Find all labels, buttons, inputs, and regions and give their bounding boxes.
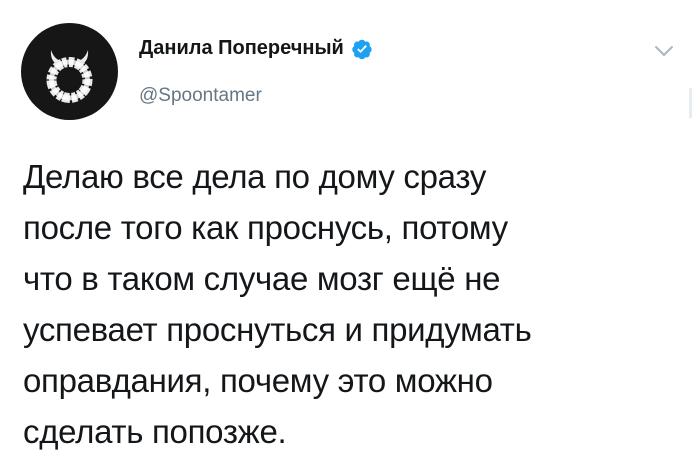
avatar-logo-icon — [46, 50, 93, 103]
chevron-down-icon[interactable] — [652, 44, 676, 60]
tweet-text-line: сделать попозже. — [23, 413, 287, 450]
tweet-text-line: после того как проснусь, потому — [23, 209, 508, 246]
tweet-card: Данила Поперечный @Spoontamer Делаю все … — [0, 0, 700, 450]
display-name[interactable]: Данила Поперечный — [139, 37, 344, 60]
verified-badge-icon — [351, 38, 373, 60]
tweet-text-line: Делаю все дела по дому сразу — [23, 158, 487, 195]
tweet-text-line: что в таком случае мозг ещё не — [23, 260, 501, 297]
tweet-text-line: оправдания, почему это можно — [23, 362, 493, 399]
tweet-text: Делаю все дела по дому сразу после того … — [23, 151, 683, 457]
author-handle[interactable]: @Spoontamer — [139, 85, 262, 107]
avatar[interactable] — [21, 23, 118, 120]
tweet-text-line: успевает проснуться и придумать — [23, 311, 532, 348]
author-name-row: Данила Поперечный — [139, 37, 373, 60]
scroll-indicator — [689, 88, 692, 118]
